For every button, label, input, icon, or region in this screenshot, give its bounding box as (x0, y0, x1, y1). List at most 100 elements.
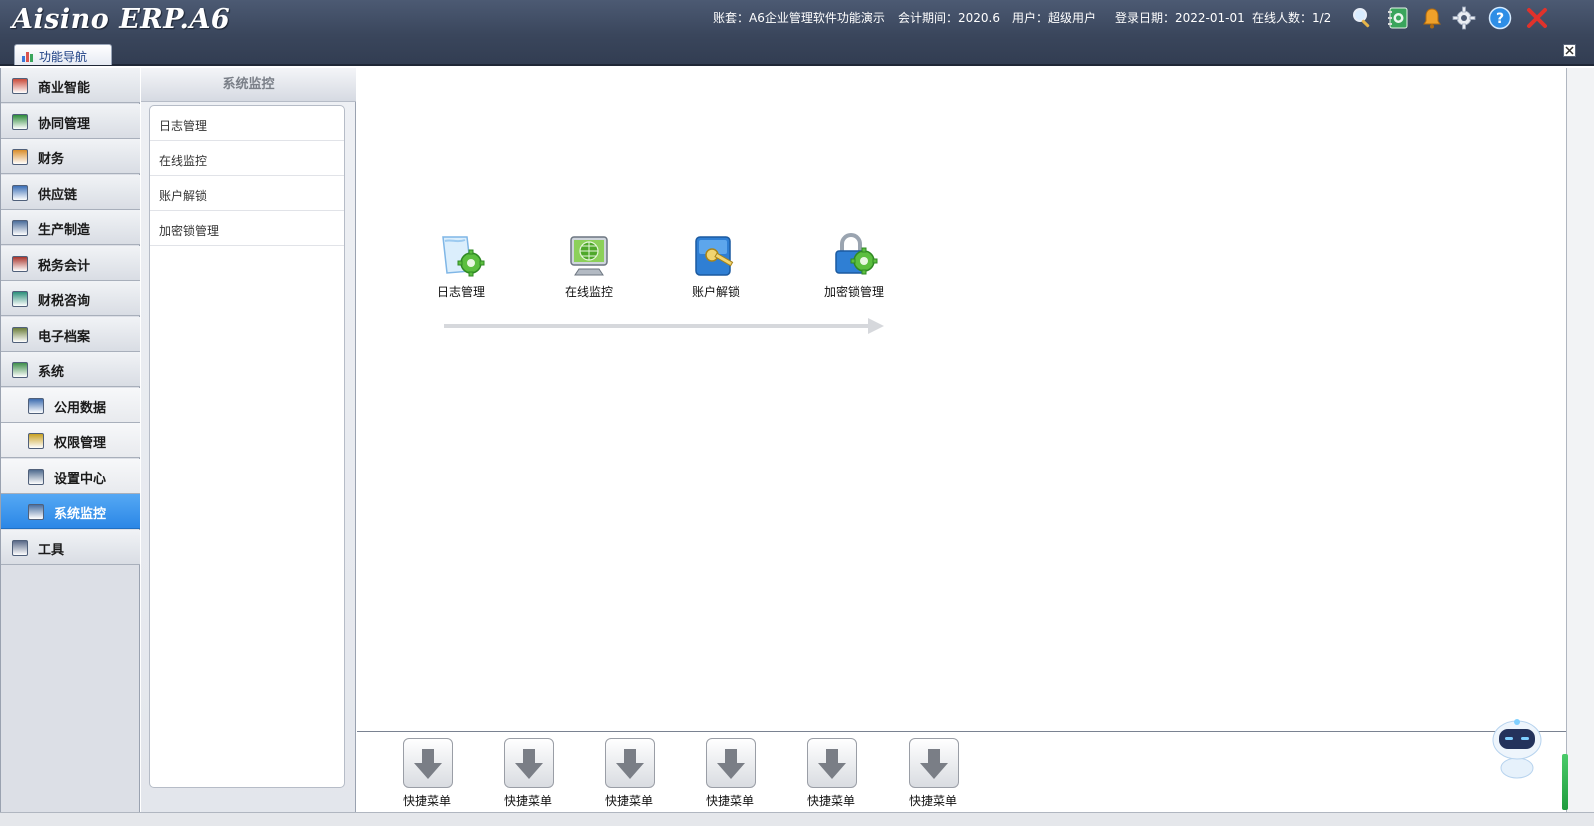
online-count-info: 在线人数：1/2 (1252, 11, 1332, 25)
submenu-list: 日志管理 在线监控 账户解锁 加密锁管理 (149, 105, 345, 788)
sidebar-item-settings-center[interactable]: 设置中心 (1, 458, 140, 494)
log-management-icon (437, 231, 485, 279)
period-info: 会计期间：2020.6 (898, 11, 1000, 25)
quick-menu-label: 快捷菜单 (503, 794, 552, 808)
sidebar-item-tools[interactable]: 工具 (1, 529, 140, 565)
sidebar-item-label: 财务 (38, 152, 65, 167)
scroll-thumb[interactable] (1562, 754, 1568, 810)
arrow-down-icon (807, 738, 857, 788)
panel-title: 系统监控 (141, 68, 356, 102)
sidebar-item-label: 设置中心 (54, 471, 107, 487)
arrow-down-icon (605, 738, 655, 788)
submenu-item-dongle-management[interactable]: 加密锁管理 (150, 211, 344, 246)
sidebar-item-collaboration[interactable]: 协同管理 (1, 103, 140, 139)
sidebar: 商业智能协同管理财务供应链生产制造税务会计财税咨询电子档案系统公用数据权限管理设… (0, 68, 140, 812)
function-label: 在线监控 (564, 285, 613, 299)
quick-menu-label: 快捷菜单 (908, 794, 957, 808)
bell-icon[interactable] (1420, 6, 1444, 30)
sidebar-item-label: 工具 (38, 542, 65, 558)
sidebar-item-label: 协同管理 (38, 116, 91, 132)
submenu-item-label: 账户解锁 (159, 189, 208, 203)
submenu-item-label: 在线监控 (159, 154, 208, 168)
function-dongle-management[interactable]: 加密锁管理 (799, 231, 909, 311)
function-online-monitor[interactable]: 在线监控 (534, 231, 644, 311)
collaboration-icon (12, 113, 28, 130)
tab-label: 功能导航 (39, 50, 88, 64)
help-icon[interactable]: ? (1488, 6, 1512, 30)
manufacturing-icon (12, 220, 28, 236)
sidebar-item-label: 公用数据 (54, 400, 107, 416)
arrow-down-icon (403, 738, 453, 788)
sidebar-item-label: 商业智能 (38, 81, 91, 96)
chart-icon (22, 52, 33, 62)
right-scrollbar[interactable] (1562, 68, 1594, 812)
account-unlock-icon (692, 231, 740, 279)
function-account-unlock[interactable]: 账户解锁 (661, 231, 771, 311)
dongle-management-icon (830, 231, 878, 279)
tax-consulting-icon (12, 291, 28, 307)
sidebar-item-system-monitor[interactable]: 系统监控 (1, 494, 140, 529)
quick-menu-label: 快捷菜单 (402, 794, 451, 808)
sidebar-item-archive[interactable]: 电子档案 (1, 316, 140, 352)
gear-icon[interactable] (1452, 6, 1476, 30)
submenu-item-online-monitor[interactable]: 在线监控 (150, 141, 344, 176)
quick-menu-item[interactable]: 快捷菜单 (397, 738, 457, 810)
sidebar-item-tax-consulting[interactable]: 财税咨询 (1, 281, 140, 316)
close-icon[interactable] (1525, 6, 1549, 30)
supply-chain-icon (12, 184, 28, 201)
online-monitor-icon (565, 231, 613, 279)
sidebar-item-business-intelligence[interactable]: 商业智能 (1, 68, 140, 103)
quick-menu-item[interactable]: 快捷菜单 (599, 738, 659, 810)
close-tab-button[interactable] (1563, 44, 1576, 57)
arrow-down-icon (706, 738, 756, 788)
sidebar-item-label: 生产制造 (38, 223, 91, 238)
sidebar-item-label: 电子档案 (38, 329, 91, 345)
sidebar-item-finance[interactable]: 财务 (1, 139, 140, 174)
quick-menu-item[interactable]: 快捷菜单 (903, 738, 963, 810)
tab-function-navigation[interactable]: 功能导航 (14, 44, 112, 65)
system-monitor-icon (28, 504, 44, 520)
function-label: 账户解锁 (691, 285, 740, 299)
tools-icon (12, 539, 28, 556)
title-bar: Aisino ERP.A6 账套：A6企业管理软件功能演示 会计期间：2020.… (0, 0, 1594, 66)
sidebar-item-system[interactable]: 系统 (1, 352, 140, 387)
sidebar-item-label: 系统 (38, 365, 65, 380)
submenu-item-log-management[interactable]: 日志管理 (150, 106, 344, 141)
submenu-item-label: 日志管理 (159, 119, 208, 133)
status-strip (0, 812, 1594, 826)
assistant-robot-icon[interactable] (1490, 718, 1544, 780)
function-log-management[interactable]: 日志管理 (406, 231, 516, 311)
sidebar-item-label: 权限管理 (54, 436, 107, 451)
sidebar-item-label: 税务会计 (38, 258, 91, 274)
common-data-icon (28, 397, 44, 414)
quick-menu-item[interactable]: 快捷菜单 (801, 738, 861, 810)
sidebar-item-supply-chain[interactable]: 供应链 (1, 174, 140, 210)
account-info: 账套：A6企业管理软件功能演示 (713, 11, 885, 25)
arrow-down-icon (909, 738, 959, 788)
sidebar-item-permission[interactable]: 权限管理 (1, 423, 140, 458)
system-icon (12, 362, 28, 378)
quick-menu-label: 快捷菜单 (705, 794, 754, 808)
sidebar-item-common-data[interactable]: 公用数据 (1, 387, 140, 423)
sidebar-item-label: 财税咨询 (38, 294, 91, 309)
sidebar-item-tax-accounting[interactable]: 税务会计 (1, 245, 140, 281)
sidebar-item-label: 供应链 (38, 187, 78, 203)
search-icon[interactable] (1350, 6, 1374, 30)
tax-accounting-icon (12, 255, 28, 272)
quick-menu-label: 快捷菜单 (604, 794, 653, 808)
submenu-item-account-unlock[interactable]: 账户解锁 (150, 176, 344, 211)
main-content: 日志管理 在线监控 账户解锁 加密锁管理 快捷菜单 快捷菜单 快捷菜单 快捷菜单… (357, 68, 1566, 812)
notebook-icon[interactable] (1386, 6, 1410, 30)
function-label: 加密锁管理 (823, 285, 884, 299)
quick-menu-bar: 快捷菜单 快捷菜单 快捷菜单 快捷菜单 快捷菜单 快捷菜单 (357, 731, 1566, 812)
settings-center-icon (28, 468, 44, 485)
sidebar-item-manufacturing[interactable]: 生产制造 (1, 210, 140, 245)
arrow-down-icon (504, 738, 554, 788)
submenu-item-label: 加密锁管理 (159, 224, 220, 238)
quick-menu-item[interactable]: 快捷菜单 (498, 738, 558, 810)
quick-menu-item[interactable]: 快捷菜单 (700, 738, 760, 810)
flow-arrow (444, 318, 884, 334)
svg-text:?: ? (1496, 11, 1504, 27)
permission-icon (28, 433, 44, 449)
login-date-info: 登录日期：2022-01-01 (1115, 11, 1245, 25)
